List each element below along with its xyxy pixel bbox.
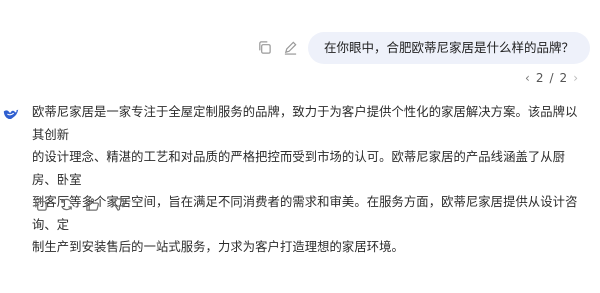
answer-line: 制生产到安装售后的一站式服务，力求为客户打造理想的家居环境。 [32, 240, 404, 254]
pager-current: 2 [535, 71, 544, 85]
chevron-left-icon[interactable]: ‹ [525, 71, 530, 85]
thumbs-up-icon[interactable] [84, 196, 100, 212]
user-message-row: 在你眼中，合肥欧蒂尼家居是什么样的品牌？ [0, 32, 590, 64]
answer-actions [32, 196, 126, 212]
copy-icon[interactable] [256, 39, 272, 55]
answer-line: 的设计理念、精湛的工艺和对品质的严格把控而受到市场的认可。欧蒂尼家居的产品线涵盖… [32, 150, 566, 187]
user-message-bubble: 在你眼中，合肥欧蒂尼家居是什么样的品牌？ [308, 32, 590, 64]
user-message-actions [256, 39, 298, 55]
chevron-right-icon[interactable]: › [573, 71, 578, 85]
edit-icon[interactable] [282, 39, 298, 55]
answer-line: 欧蒂尼家居是一家专注于全屋定制服务的品牌，致力于为客户提供个性化的家居解决方案。… [32, 105, 578, 142]
assistant-answer: 欧蒂尼家居是一家专注于全屋定制服务的品牌，致力于为客户提供个性化的家居解决方案。… [32, 101, 588, 259]
response-pager: ‹ 2 / 2 › [525, 71, 578, 85]
regenerate-icon[interactable] [58, 196, 74, 212]
copy-icon[interactable] [32, 196, 48, 212]
pager-total: 2 [559, 71, 568, 85]
thumbs-down-icon[interactable] [110, 196, 126, 212]
pager-separator: / [549, 71, 554, 85]
bot-avatar-icon [2, 106, 20, 124]
